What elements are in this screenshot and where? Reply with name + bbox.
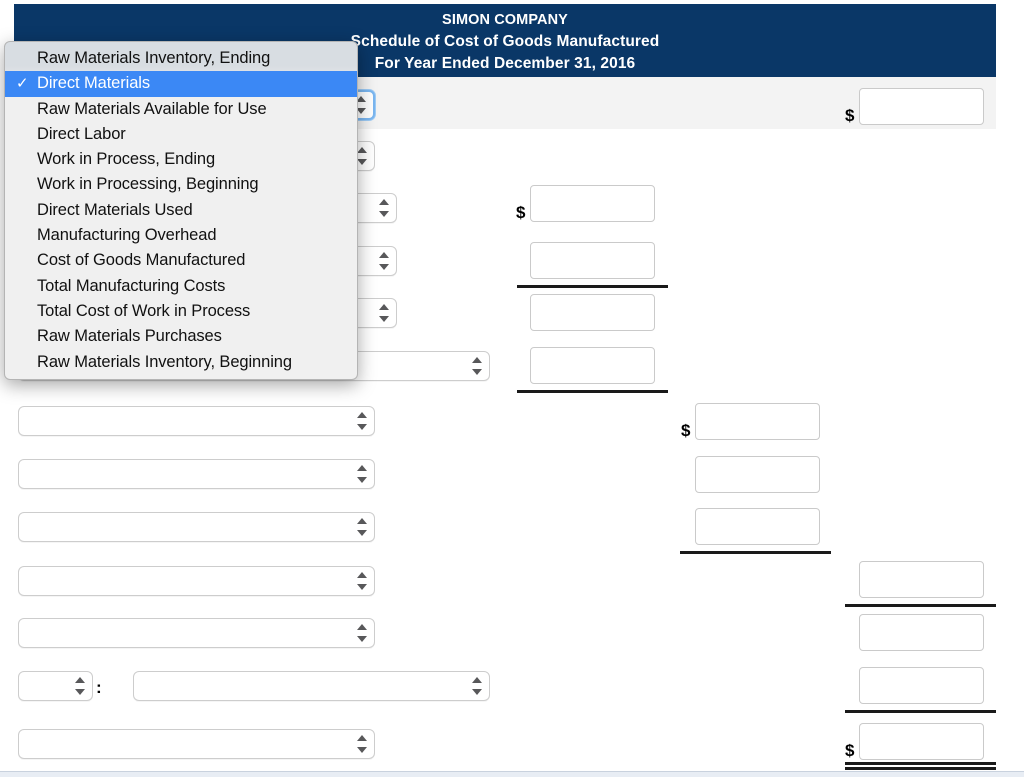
- company-name: SIMON COMPANY: [442, 12, 568, 28]
- subtotal-rule-col3-a: [845, 604, 996, 607]
- row-12-colon: :: [96, 678, 102, 697]
- stepper-icon-row-6[interactable]: [471, 357, 482, 375]
- stepper-icon-row-4[interactable]: [378, 252, 389, 270]
- dropdown-option-selected[interactable]: ✓ Direct Materials: [5, 71, 357, 97]
- stepper-icon-row-11[interactable]: [356, 624, 367, 642]
- dollar-sign-row-1: $: [845, 106, 855, 125]
- dropdown-option-label: Direct Materials Used: [37, 200, 193, 219]
- subtotal-rule-col3-b: [845, 710, 996, 713]
- stepper-icon-row-7[interactable]: [356, 412, 367, 430]
- account-select-row-8[interactable]: [18, 459, 375, 489]
- amount-input-row-9-col2[interactable]: [695, 508, 820, 545]
- dropdown-option[interactable]: Manufacturing Overhead: [5, 223, 357, 248]
- dropdown-option-label: Total Cost of Work in Process: [37, 301, 251, 320]
- account-select-row-9[interactable]: [18, 512, 375, 542]
- amount-input-row-4-col1[interactable]: [530, 242, 655, 279]
- stepper-icon-row-5[interactable]: [378, 304, 389, 322]
- account-select-row-12[interactable]: [133, 671, 490, 701]
- subtotal-rule-col1-a: [517, 285, 668, 288]
- dropdown-option-label: Direct Labor: [37, 124, 126, 143]
- dropdown-option[interactable]: Raw Materials Available for Use: [5, 97, 357, 122]
- dropdown-option-label: Work in Process, Ending: [37, 150, 216, 169]
- account-dropdown-menu[interactable]: Raw Materials Inventory, Ending ✓ Direct…: [4, 41, 358, 380]
- dropdown-option[interactable]: Direct Materials Used: [5, 198, 357, 223]
- amount-input-row-12-col3[interactable]: [859, 667, 984, 704]
- amount-input-row-11-col3[interactable]: [859, 614, 984, 651]
- stepper-icon-row-9[interactable]: [356, 518, 367, 536]
- dropdown-option[interactable]: Direct Labor: [5, 122, 357, 147]
- stepper-icon-row-8[interactable]: [356, 465, 367, 483]
- dropdown-option[interactable]: Total Cost of Work in Process: [5, 299, 357, 324]
- amount-input-row-13-col3[interactable]: [859, 723, 984, 760]
- dropdown-option[interactable]: Raw Materials Inventory, Ending: [5, 46, 357, 71]
- dropdown-option-label: Work in Processing, Beginning: [37, 175, 259, 194]
- amount-input-row-6-col1[interactable]: [530, 347, 655, 384]
- dropdown-option[interactable]: Raw Materials Inventory, Beginning: [5, 350, 357, 375]
- stepper-icon-row-10[interactable]: [356, 572, 367, 590]
- amount-input-row-10-col3[interactable]: [859, 561, 984, 598]
- dollar-sign-row-13: $: [845, 741, 855, 760]
- amount-input-row-8-col2[interactable]: [695, 456, 820, 493]
- page-footer-strip: [0, 771, 1024, 777]
- stepper-icon-row-12-prefix[interactable]: [74, 677, 85, 695]
- dropdown-option-label: Manufacturing Overhead: [37, 226, 217, 245]
- account-select-row-11[interactable]: [18, 618, 375, 648]
- check-icon: ✓: [16, 75, 29, 93]
- dropdown-option[interactable]: Cost of Goods Manufactured: [5, 248, 357, 273]
- dropdown-option[interactable]: Total Manufacturing Costs: [5, 274, 357, 299]
- account-select-row-7[interactable]: [18, 406, 375, 436]
- subtotal-rule-col2-a: [680, 551, 831, 554]
- amount-input-row-1-col3[interactable]: [859, 88, 984, 125]
- amount-input-row-7-col2[interactable]: [695, 403, 820, 440]
- dollar-sign-row-3: $: [516, 203, 526, 222]
- dropdown-option-label: Raw Materials Inventory, Beginning: [37, 352, 292, 371]
- stepper-icon-row-13[interactable]: [356, 735, 367, 753]
- dropdown-option-label: Raw Materials Available for Use: [37, 99, 267, 118]
- dropdown-option[interactable]: Work in Processing, Beginning: [5, 172, 357, 197]
- dropdown-option[interactable]: Work in Process, Ending: [5, 147, 357, 172]
- grand-total-double-rule: [845, 762, 996, 770]
- dropdown-option-label: Raw Materials Purchases: [37, 327, 222, 346]
- worksheet-page: SIMON COMPANY Schedule of Cost of Goods …: [0, 0, 1024, 777]
- stepper-icon-row-3[interactable]: [378, 199, 389, 217]
- dropdown-option[interactable]: Raw Materials Purchases: [5, 324, 357, 349]
- account-select-row-10[interactable]: [18, 566, 375, 596]
- dropdown-option-label: Total Manufacturing Costs: [37, 276, 226, 295]
- account-select-row-13[interactable]: [18, 729, 375, 759]
- subtotal-rule-col1-b: [517, 390, 668, 393]
- dropdown-option-label: Raw Materials Inventory, Ending: [37, 49, 271, 67]
- amount-input-row-3-col1[interactable]: [530, 185, 655, 222]
- dropdown-option-label: Cost of Goods Manufactured: [37, 251, 246, 270]
- dollar-sign-row-7: $: [681, 421, 691, 440]
- stepper-icon-row-12[interactable]: [471, 677, 482, 695]
- dropdown-option-label: Direct Materials: [37, 74, 151, 93]
- account-select-row-12-prefix[interactable]: [18, 671, 93, 701]
- amount-input-row-5-col1[interactable]: [530, 294, 655, 331]
